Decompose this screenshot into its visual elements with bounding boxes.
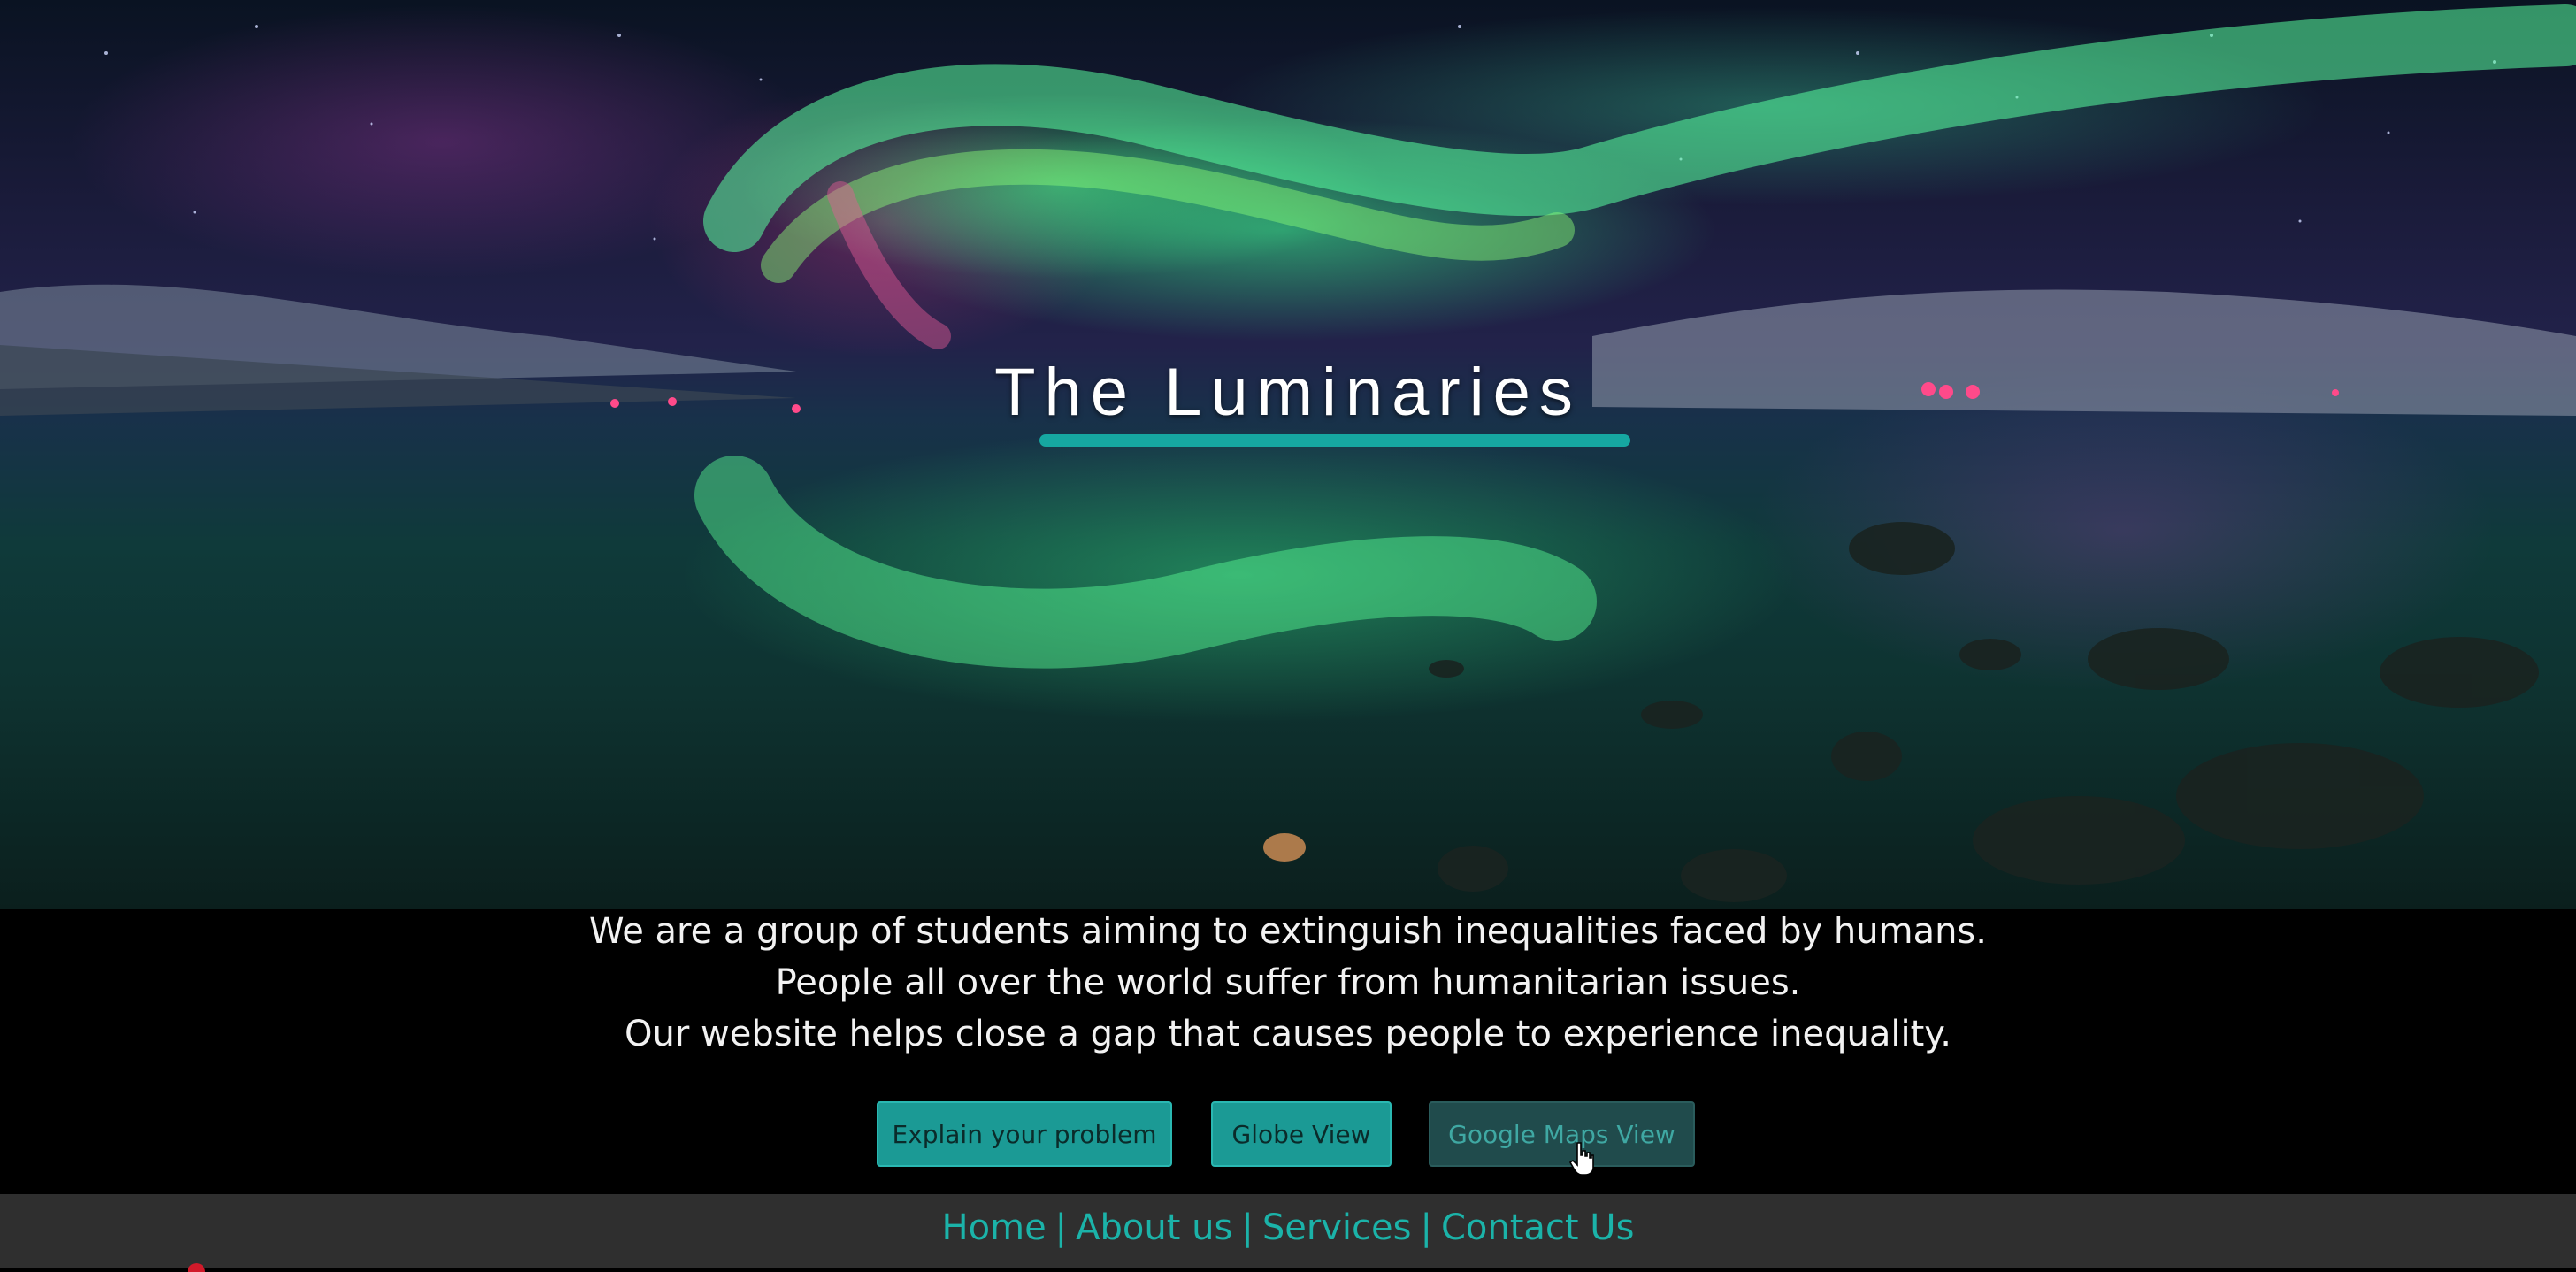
footer-link-contact[interactable]: Contact Us (1441, 1207, 1634, 1248)
site-title: The Luminaries (994, 355, 1582, 430)
intro-text: We are a group of students aiming to ext… (0, 906, 2576, 1060)
title-underline (1039, 434, 1630, 447)
footer-link-about[interactable]: About us (1076, 1207, 1232, 1248)
hero-background-art (0, 4, 2576, 902)
hand-cursor-icon (1568, 1142, 1594, 1176)
intro-line: Our website helps close a gap that cause… (625, 1014, 1951, 1054)
footer-separator: | (1241, 1207, 1254, 1248)
google-maps-view-button[interactable]: Google Maps View (1429, 1101, 1695, 1167)
footer-link-home[interactable]: Home (942, 1207, 1046, 1248)
intro-line: We are a group of students aiming to ext… (589, 911, 1987, 952)
footer-separator: | (1054, 1207, 1068, 1248)
footer-nav: Home | About us | Services | Contact Us (0, 1207, 2576, 1248)
footer-separator: | (1420, 1207, 1432, 1248)
hero-banner: The Luminaries (0, 0, 2576, 909)
explain-problem-button[interactable]: Explain your problem (877, 1101, 1172, 1167)
footer-link-services[interactable]: Services (1262, 1207, 1412, 1248)
globe-view-button[interactable]: Globe View (1211, 1101, 1392, 1167)
intro-line: People all over the world suffer from hu… (775, 962, 1801, 1003)
